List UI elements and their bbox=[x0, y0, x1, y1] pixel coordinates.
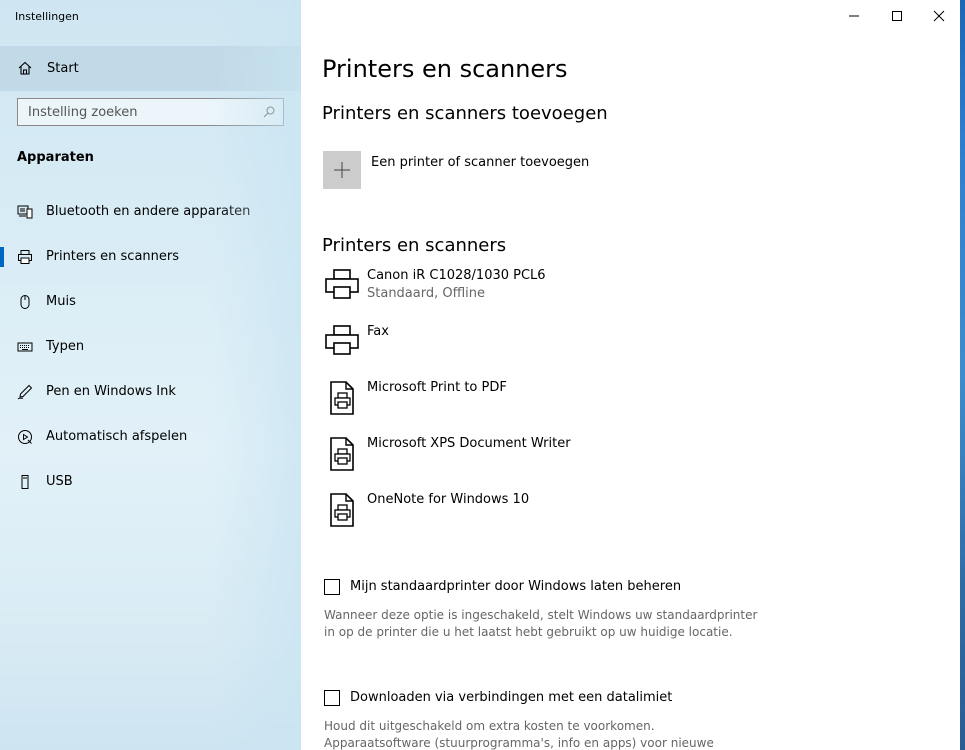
sidebar-item-pen[interactable]: Pen en Windows Ink bbox=[0, 372, 301, 412]
search-input[interactable] bbox=[18, 99, 263, 125]
sidebar: Instellingen Start Apparaten bbox=[0, 0, 301, 750]
minimize-icon bbox=[849, 15, 859, 17]
description-line: Houd dit uitgeschakeld om extra kosten t… bbox=[324, 719, 655, 733]
minimize-button[interactable] bbox=[832, 0, 876, 32]
settings-window: Instellingen Start Apparaten bbox=[0, 0, 960, 750]
sidebar-item-bluetooth[interactable]: Bluetooth en andere apparaten bbox=[0, 192, 301, 232]
default-printer-description: Wanneer deze optie is ingeschakeld, stel… bbox=[324, 607, 764, 641]
document-printer-icon bbox=[330, 381, 354, 415]
sidebar-item-label: USB bbox=[46, 474, 73, 489]
description-line: in op de printer die u het laatst hebt g… bbox=[324, 625, 733, 639]
plus-icon bbox=[334, 162, 350, 178]
sidebar-item-label: Printers en scanners bbox=[46, 249, 180, 264]
add-section-title: Printers en scanners toevoegen bbox=[322, 103, 608, 124]
close-button[interactable] bbox=[917, 0, 960, 32]
sidebar-item-label: Typen bbox=[46, 339, 85, 354]
printer-icon bbox=[325, 269, 359, 299]
printer-icon bbox=[18, 250, 32, 264]
device-item[interactable]: OneNote for Windows 10 bbox=[322, 492, 722, 542]
usb-icon bbox=[21, 475, 29, 489]
document-printer-icon bbox=[330, 493, 354, 527]
metered-download-label[interactable]: Downloaden via verbindingen met een data… bbox=[350, 690, 672, 705]
bluetooth-devices-icon bbox=[17, 205, 33, 219]
search-icon bbox=[263, 106, 275, 118]
device-item[interactable]: Fax bbox=[322, 324, 722, 374]
metered-download-description: Houd dit uitgeschakeld om extra kosten t… bbox=[324, 718, 764, 750]
page-title: Printers en scanners bbox=[322, 55, 568, 83]
device-name: Fax bbox=[367, 324, 389, 339]
description-line: Apparaatsoftware (stuurprogramma's, info… bbox=[324, 736, 714, 750]
maximize-button[interactable] bbox=[875, 0, 919, 32]
sidebar-item-printers[interactable]: Printers en scanners bbox=[0, 237, 301, 277]
sidebar-item-label: Pen en Windows Ink bbox=[46, 384, 176, 399]
device-item[interactable]: Microsoft XPS Document Writer bbox=[322, 436, 722, 486]
default-printer-label[interactable]: Mijn standaardprinter door Windows laten… bbox=[350, 579, 681, 594]
app-title: Instellingen bbox=[15, 10, 79, 23]
document-printer-icon bbox=[330, 437, 354, 471]
sidebar-item-label: Automatisch afspelen bbox=[46, 429, 188, 444]
mouse-icon bbox=[20, 295, 30, 309]
home-icon bbox=[18, 61, 32, 75]
nav-home[interactable]: Start bbox=[0, 46, 301, 91]
keyboard-icon bbox=[17, 342, 33, 352]
device-name: OneNote for Windows 10 bbox=[367, 492, 530, 507]
sidebar-item-label: Bluetooth en andere apparaten bbox=[46, 204, 251, 219]
description-line: Wanneer deze optie is ingeschakeld, stel… bbox=[324, 608, 758, 622]
close-icon bbox=[933, 10, 945, 22]
autoplay-icon bbox=[18, 430, 32, 444]
sidebar-item-autoplay[interactable]: Automatisch afspelen bbox=[0, 417, 301, 457]
metered-download-checkbox[interactable] bbox=[324, 690, 340, 706]
maximize-icon bbox=[892, 11, 902, 21]
printer-icon bbox=[325, 325, 359, 355]
search-box[interactable] bbox=[17, 98, 284, 126]
add-tile[interactable] bbox=[323, 151, 361, 189]
device-name: Microsoft XPS Document Writer bbox=[367, 436, 571, 451]
desktop-background bbox=[960, 0, 965, 750]
default-printer-checkbox[interactable] bbox=[324, 579, 340, 595]
sidebar-item-label: Muis bbox=[46, 294, 76, 309]
list-section-title: Printers en scanners bbox=[322, 235, 507, 256]
pen-icon bbox=[17, 384, 33, 400]
section-title-devices: Apparaten bbox=[17, 150, 94, 165]
device-item[interactable]: Canon iR C1028/1030 PCL6 Standaard, Offl… bbox=[322, 268, 722, 318]
sidebar-item-mouse[interactable]: Muis bbox=[0, 282, 301, 322]
sidebar-item-typing[interactable]: Typen bbox=[0, 327, 301, 367]
device-status: Standaard, Offline bbox=[367, 286, 486, 301]
device-name: Microsoft Print to PDF bbox=[367, 380, 507, 395]
device-name: Canon iR C1028/1030 PCL6 bbox=[367, 268, 546, 283]
device-item[interactable]: Microsoft Print to PDF bbox=[322, 380, 722, 430]
add-printer-label[interactable]: Een printer of scanner toevoegen bbox=[371, 155, 589, 170]
sidebar-item-usb[interactable]: USB bbox=[0, 462, 301, 502]
nav-home-label: Start bbox=[47, 61, 79, 76]
